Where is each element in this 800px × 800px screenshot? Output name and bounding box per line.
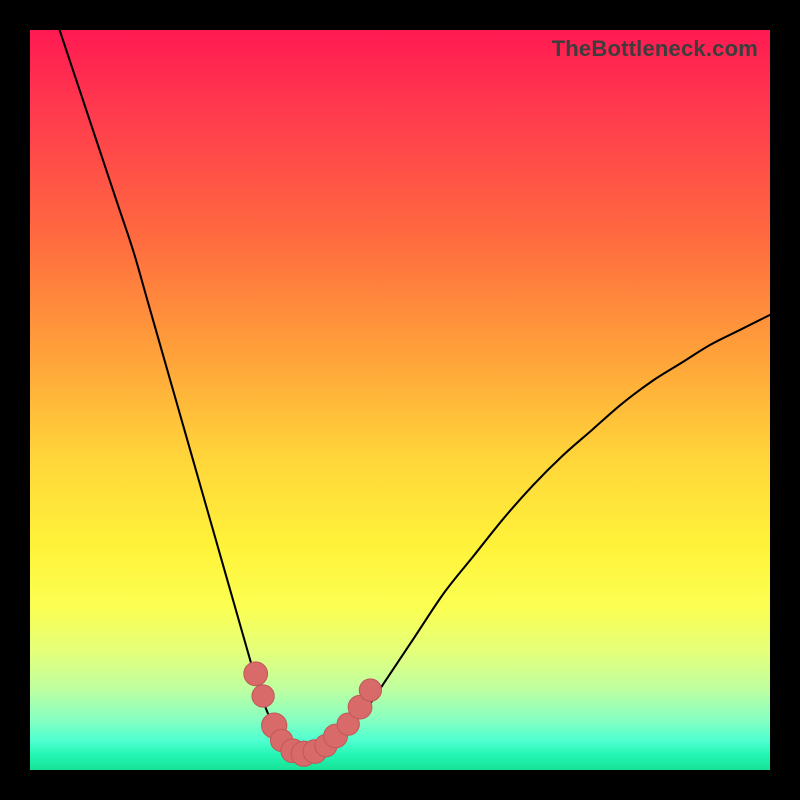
curve-marker bbox=[271, 729, 293, 751]
curve-marker bbox=[337, 713, 359, 735]
curve-marker bbox=[303, 740, 327, 764]
curve-marker bbox=[348, 695, 372, 719]
bottleneck-curve-line bbox=[60, 30, 770, 755]
chart-frame: TheBottleneck.com bbox=[30, 30, 770, 770]
curve-marker bbox=[244, 662, 268, 686]
curve-marker bbox=[291, 741, 316, 766]
bottleneck-plot bbox=[30, 30, 770, 770]
curve-marker bbox=[324, 724, 348, 748]
curve-marker bbox=[281, 739, 305, 763]
watermark-text: TheBottleneck.com bbox=[552, 36, 758, 62]
curve-marker bbox=[359, 679, 381, 701]
curve-marker bbox=[262, 713, 287, 738]
curve-marker bbox=[315, 734, 337, 756]
curve-marker bbox=[252, 685, 274, 707]
marker-group bbox=[244, 662, 382, 766]
